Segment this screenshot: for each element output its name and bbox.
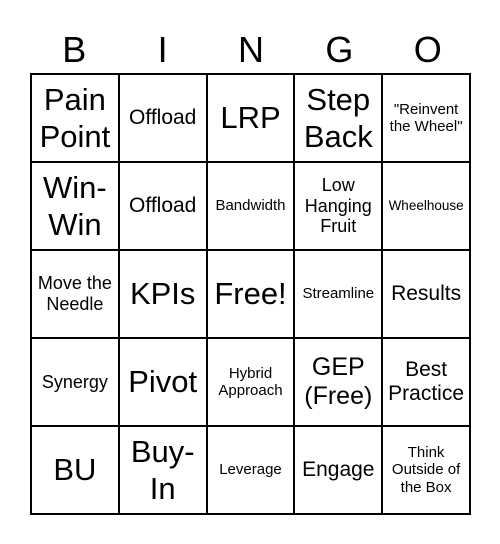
bingo-cell[interactable]: Low Hanging Fruit	[294, 162, 383, 250]
bingo-cell[interactable]: Move the Needle	[31, 250, 119, 338]
bingo-cell[interactable]: "Reinvent the Wheel"	[382, 74, 470, 162]
header-letter-i: I	[157, 29, 168, 70]
bingo-cell[interactable]: Offload	[118, 74, 207, 162]
bingo-cell[interactable]: Leverage	[206, 426, 295, 514]
header-letter-g: G	[325, 29, 354, 70]
header-letter-o: O	[413, 29, 442, 70]
bingo-cell[interactable]: Synergy	[31, 338, 119, 426]
bingo-cell[interactable]: Win-Win	[31, 162, 119, 250]
bingo-cell[interactable]: Best Practice	[382, 338, 470, 426]
bingo-header: B I N G O	[30, 28, 472, 72]
bingo-cell[interactable]: Step Back	[294, 74, 383, 162]
bingo-cell[interactable]: LRP	[206, 74, 295, 162]
bingo-cell[interactable]: GEP (Free)	[294, 338, 383, 426]
bingo-cell[interactable]: Think Outside of the Box	[382, 426, 470, 514]
bingo-cell[interactable]: Buy-In	[118, 426, 207, 514]
header-letter-b: B	[62, 29, 87, 70]
bingo-cell[interactable]: Offload	[118, 162, 207, 250]
bingo-cell[interactable]: Results	[382, 250, 470, 338]
bingo-cell[interactable]: Pivot	[118, 338, 207, 426]
bingo-cell[interactable]: Hybrid Approach	[206, 338, 295, 426]
bingo-cell[interactable]: KPIs	[118, 250, 207, 338]
bingo-cell[interactable]: Wheelhouse	[382, 162, 470, 250]
bingo-cell[interactable]: Engage	[294, 426, 383, 514]
bingo-cell[interactable]: Free!	[206, 250, 295, 338]
bingo-grid: Pain Point Offload LRP Step Back "Reinvent t…	[30, 73, 471, 515]
bingo-cell[interactable]: Streamline	[294, 250, 383, 338]
bingo-cell[interactable]: BU	[31, 426, 119, 514]
bingo-cell[interactable]: Pain Point	[31, 74, 119, 162]
bingo-cell[interactable]: Bandwidth	[206, 162, 295, 250]
header-letter-n: N	[237, 29, 264, 70]
